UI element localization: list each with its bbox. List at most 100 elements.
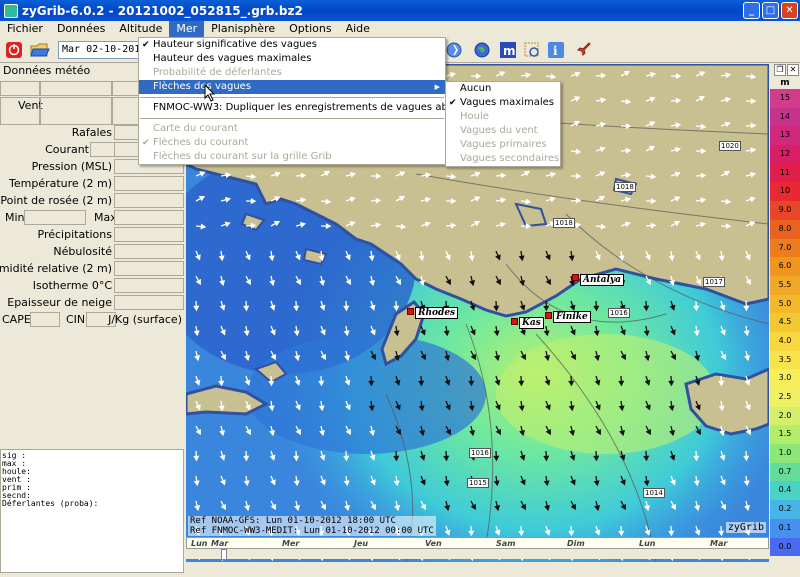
legend-cell: 2.0 bbox=[770, 406, 800, 426]
submenu-item-vagues-maximales[interactable]: ✔ Vagues maximales bbox=[446, 96, 560, 110]
isobar-label: 1018 bbox=[614, 182, 636, 192]
earth-icon[interactable] bbox=[472, 40, 492, 60]
menu-item-fnmoc-duplicate[interactable]: FNMOC-WW3: Dupliquer les enregistrements… bbox=[139, 101, 475, 115]
city-antalya: Antalya bbox=[580, 274, 624, 286]
mouse-cursor-icon bbox=[204, 84, 216, 102]
legend-cell: 11 bbox=[770, 163, 800, 183]
svg-text:m: m bbox=[503, 44, 516, 58]
maximize-button[interactable]: □ bbox=[762, 2, 779, 19]
close-button[interactable]: ✕ bbox=[781, 2, 798, 19]
isobar-label: 1016 bbox=[608, 308, 630, 318]
isobar-label: 1014 bbox=[643, 488, 665, 498]
city-finike: Finike bbox=[553, 311, 591, 323]
day-label: Mar bbox=[710, 539, 728, 548]
rocket-icon[interactable] bbox=[574, 40, 594, 60]
legend-cell: 1.5 bbox=[770, 425, 800, 445]
legend-cell: 0.2 bbox=[770, 500, 800, 519]
info-icon[interactable]: i bbox=[546, 40, 566, 60]
menu-item-fleches-vagues[interactable]: Flèches des vagues ▶ bbox=[139, 80, 445, 94]
menu-item-fleches-courant[interactable]: ✔ Flèches du courant bbox=[139, 136, 445, 150]
menu-planisphere[interactable]: Planisphère bbox=[204, 21, 282, 37]
reference-info: Ref NOAA-GFS: Lun 01-10-2012 18:00 UTC R… bbox=[188, 516, 436, 536]
legend-cell: 0.1 bbox=[770, 518, 800, 538]
menu-item-vagues-maximales[interactable]: Hauteur des vagues maximales bbox=[139, 52, 445, 66]
city-marker bbox=[572, 274, 579, 281]
legend-cell: 5.5 bbox=[770, 275, 800, 295]
legend-cell: 13 bbox=[770, 126, 800, 146]
city-kas: Kas bbox=[519, 317, 544, 329]
timeline-handle[interactable] bbox=[221, 549, 227, 560]
city-marker bbox=[407, 308, 414, 315]
app-icon bbox=[4, 3, 18, 18]
city-marker bbox=[511, 318, 518, 325]
legend-cell: 3.5 bbox=[770, 350, 800, 370]
time-slider[interactable]: Lun Mar Mer Jeu Ven Sam Dim Lun Mar bbox=[186, 537, 769, 561]
submenu-item-vagues-primaires[interactable]: Vagues primaires bbox=[446, 138, 560, 152]
legend-unit: m bbox=[780, 78, 790, 88]
date-selector[interactable]: Mar 02-10-2012 bbox=[58, 41, 140, 59]
city-marker bbox=[545, 312, 552, 319]
legend-cell: 8.0 bbox=[770, 219, 800, 239]
legend-cell: 1.0 bbox=[770, 444, 800, 463]
submenu-item-vagues-vent[interactable]: Vagues du vent bbox=[446, 124, 560, 138]
day-label: Sam bbox=[496, 539, 516, 548]
menu-mer[interactable]: Mer bbox=[169, 21, 205, 37]
submenu-item-houle[interactable]: Houle bbox=[446, 110, 560, 124]
precipitations-label: Précipitations bbox=[37, 228, 113, 241]
fleches-vagues-submenu: Aucun ✔ Vagues maximales Houle Vagues du … bbox=[445, 81, 561, 167]
isobar-label: 1017 bbox=[703, 277, 725, 287]
day-label: Mer bbox=[282, 539, 300, 548]
nebulosite-label: Nébulosité bbox=[53, 245, 112, 258]
color-legend: ❐ ✕ m 15 14 13 12 11 10 9.0 8.0 7.0 6.0 5.5 5.0 4.5 4… bbox=[770, 64, 800, 564]
day-label: Lun bbox=[639, 539, 656, 548]
menu-fichier[interactable]: Fichier bbox=[0, 21, 50, 37]
legend-cell: 0.7 bbox=[770, 462, 800, 482]
legend-cell: 0.4 bbox=[770, 481, 800, 501]
window-title: zyGrib-6.0.2 - 20121002_052815_.grb.bz2 bbox=[22, 3, 303, 18]
menu-item-hauteur-significative[interactable]: ✔ Hauteur significative des vagues bbox=[139, 38, 445, 52]
quit-icon[interactable] bbox=[4, 40, 24, 60]
legend-cell: 15 bbox=[770, 89, 800, 108]
legend-cell: 5.0 bbox=[770, 294, 800, 314]
neige-label: Epaisseur de neige bbox=[7, 296, 112, 309]
isobar-label: 1020 bbox=[719, 141, 741, 151]
restore-icon[interactable]: ❐ bbox=[774, 64, 786, 76]
svg-text:i: i bbox=[553, 44, 558, 58]
menu-donnees[interactable]: Données bbox=[50, 21, 112, 37]
legend-cell: 7.0 bbox=[770, 238, 800, 258]
menu-aide[interactable]: Aide bbox=[339, 21, 377, 37]
isobar-label: 1018 bbox=[553, 218, 575, 228]
dewpoint-label: Point de rosée (2 m) bbox=[0, 194, 112, 207]
day-label: Dim bbox=[567, 539, 585, 548]
day-label: Jeu bbox=[354, 539, 369, 548]
menu-options[interactable]: Options bbox=[282, 21, 338, 37]
select-zone-icon[interactable] bbox=[522, 40, 542, 60]
day-label: Ven bbox=[425, 539, 442, 548]
legend-cell: 14 bbox=[770, 107, 800, 127]
submenu-item-aucun[interactable]: Aucun bbox=[446, 82, 560, 96]
open-folder-icon[interactable] bbox=[30, 40, 50, 60]
day-label: Mar bbox=[211, 539, 229, 548]
legend-cell: 4.5 bbox=[770, 313, 800, 332]
close-icon[interactable]: ✕ bbox=[787, 64, 799, 76]
menu-altitude[interactable]: Altitude bbox=[112, 21, 169, 37]
submenu-arrow-icon: ▶ bbox=[434, 83, 440, 91]
menu-item-fleches-courant-grille[interactable]: Flèches du courant sur la grille Grib bbox=[139, 150, 445, 164]
cape-label: CAPE bbox=[2, 313, 31, 326]
menu-item-carte-courant[interactable]: Carte du courant bbox=[139, 122, 445, 136]
courant-label: Courant bbox=[45, 143, 89, 156]
globe-nav-icon[interactable] bbox=[444, 40, 464, 60]
city-rhodes: Rhodes bbox=[415, 307, 459, 319]
submenu-item-vagues-secondaires[interactable]: Vagues secondaires bbox=[446, 152, 560, 166]
meteotable-icon[interactable]: m bbox=[498, 40, 518, 60]
title-bar: zyGrib-6.0.2 - 20121002_052815_.grb.bz2 … bbox=[0, 0, 800, 21]
isotherme-label: Isotherme 0°C bbox=[32, 279, 112, 292]
legend-cell: 2.5 bbox=[770, 388, 800, 407]
menu-item-deferlantes[interactable]: Probabilité de déferlantes bbox=[139, 66, 445, 80]
pression-label: Pression (MSL) bbox=[31, 160, 112, 173]
rafales-label: Rafales bbox=[71, 126, 112, 139]
isobar-label: 1016 bbox=[469, 448, 491, 458]
jkg-label: J/Kg (surface) bbox=[108, 313, 182, 326]
legend-cell: 0.0 bbox=[770, 537, 800, 557]
minimize-button[interactable]: _ bbox=[743, 2, 760, 19]
